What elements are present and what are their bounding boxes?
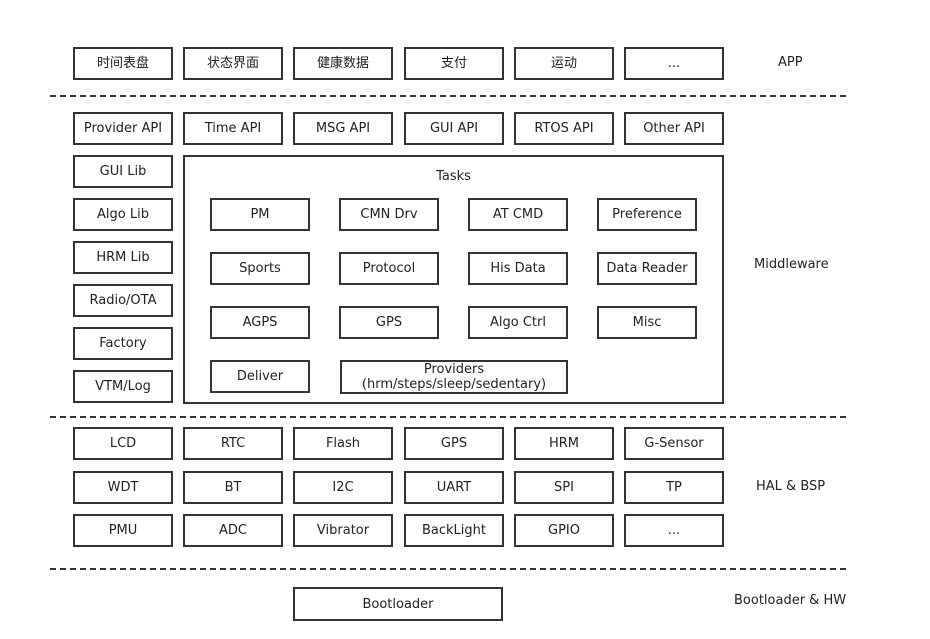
api-box: MSG API <box>293 112 393 145</box>
boot-layer-label: Bootloader & HW <box>734 593 847 608</box>
api-box: Time API <box>183 112 283 145</box>
task-box: AT CMD <box>468 198 568 231</box>
task-box: Deliver <box>210 360 310 393</box>
task-box: AGPS <box>210 306 310 339</box>
task-box: CMN Drv <box>339 198 439 231</box>
layer-divider <box>50 568 846 570</box>
app-box: 运动 <box>514 47 614 80</box>
hal-box: ... <box>624 514 724 547</box>
hal-box: PMU <box>73 514 173 547</box>
providers-detail: (hrm/steps/sleep/sedentary) <box>361 377 547 392</box>
hal-box: Vibrator <box>293 514 393 547</box>
task-box: GPS <box>339 306 439 339</box>
lib-box: Radio/OTA <box>73 284 173 317</box>
app-layer-label: APP <box>778 55 803 70</box>
app-box: 健康数据 <box>293 47 393 80</box>
bootloader-box: Bootloader <box>293 587 503 621</box>
task-box: Misc <box>597 306 697 339</box>
hal-box: UART <box>404 471 504 504</box>
providers-title: Providers <box>423 362 485 377</box>
api-box: Other API <box>624 112 724 145</box>
hal-box: GPIO <box>514 514 614 547</box>
task-box: Algo Ctrl <box>468 306 568 339</box>
task-box: Protocol <box>339 252 439 285</box>
hal-box: HRM <box>514 427 614 460</box>
hal-box: Flash <box>293 427 393 460</box>
hal-box: BackLight <box>404 514 504 547</box>
hal-box: I2C <box>293 471 393 504</box>
hal-box: RTC <box>183 427 283 460</box>
task-providers: Providers (hrm/steps/sleep/sedentary) <box>340 360 568 394</box>
hal-box: TP <box>624 471 724 504</box>
app-box: ... <box>624 47 724 80</box>
hal-box: G-Sensor <box>624 427 724 460</box>
layer-divider <box>50 416 846 418</box>
middleware-layer-label: Middleware <box>754 257 829 272</box>
tasks-title: Tasks <box>436 169 471 184</box>
task-box: Data Reader <box>597 252 697 285</box>
hal-box: WDT <box>73 471 173 504</box>
task-box: His Data <box>468 252 568 285</box>
api-box: Provider API <box>73 112 173 145</box>
lib-box: HRM Lib <box>73 241 173 274</box>
hal-box: LCD <box>73 427 173 460</box>
api-box: GUI API <box>404 112 504 145</box>
layer-divider <box>50 95 846 97</box>
architecture-diagram: 时间表盘 状态界面 健康数据 支付 运动... APP Provider API Time… <box>0 0 930 639</box>
lib-box: GUI Lib <box>73 155 173 188</box>
hal-box: SPI <box>514 471 614 504</box>
app-box: 状态界面 <box>183 47 283 80</box>
app-box: 支付 <box>404 47 504 80</box>
task-box: Sports <box>210 252 310 285</box>
api-box: RTOS API <box>514 112 614 145</box>
app-box: 时间表盘 <box>73 47 173 80</box>
hal-layer-label: HAL & BSP <box>756 479 826 494</box>
hal-box: GPS <box>404 427 504 460</box>
task-box: PM <box>210 198 310 231</box>
task-box: Preference <box>597 198 697 231</box>
hal-box: ADC <box>183 514 283 547</box>
lib-box: Factory <box>73 327 173 360</box>
lib-box: VTM/Log <box>73 370 173 403</box>
hal-box: BT <box>183 471 283 504</box>
lib-box: Algo Lib <box>73 198 173 231</box>
